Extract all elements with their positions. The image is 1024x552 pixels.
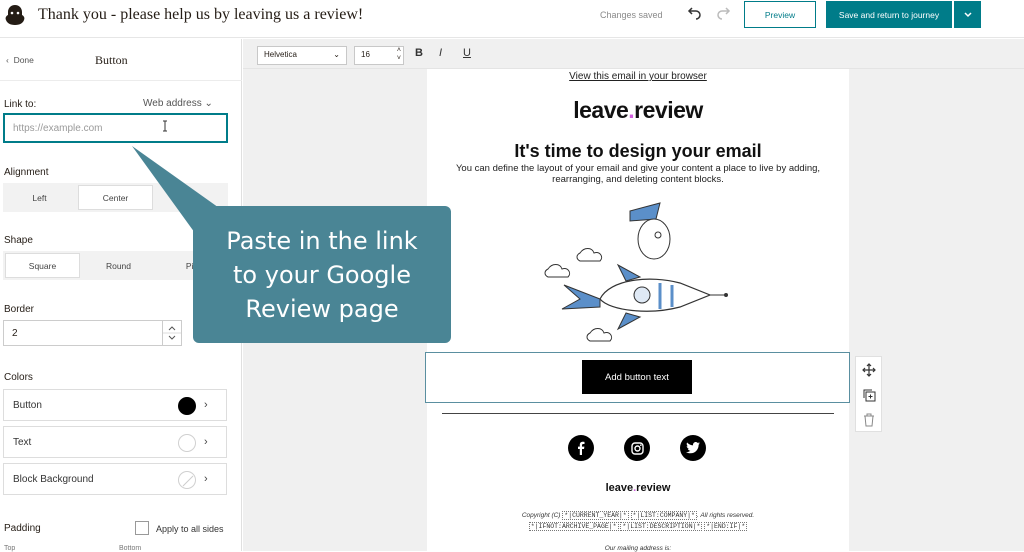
- rocket-illustration: [544, 202, 728, 342]
- redo-icon[interactable]: [716, 5, 732, 21]
- panel-title: Button: [95, 53, 128, 67]
- instruction-callout: Paste in the link to your Google Review …: [193, 206, 451, 343]
- campaign-title: Thank you - please help us by leaving us…: [38, 6, 364, 23]
- email-headline: It's time to design your email: [514, 141, 762, 161]
- chevron-right-icon: ›: [204, 473, 208, 485]
- colors-label: Colors: [4, 372, 33, 383]
- bold-button[interactable]: B: [415, 47, 423, 59]
- apply-all-sides-checkbox[interactable]: [135, 521, 149, 535]
- italic-button[interactable]: I: [439, 47, 442, 59]
- alignment-label: Alignment: [4, 167, 49, 178]
- done-label: Done: [13, 55, 34, 65]
- url-input[interactable]: [3, 113, 228, 143]
- button-color-label: Button: [13, 400, 42, 411]
- instagram-icon[interactable]: [624, 435, 650, 461]
- block-background-label: Block Background: [13, 474, 94, 485]
- padding-sub-labels: Top Bottom: [0, 545, 242, 552]
- twitter-icon[interactable]: [680, 435, 706, 461]
- done-button[interactable]: ‹ Done: [6, 55, 34, 65]
- divider-line: [442, 413, 834, 414]
- border-stepper[interactable]: [162, 320, 182, 346]
- border-width-input[interactable]: 2: [3, 320, 163, 346]
- preview-button[interactable]: Preview: [744, 1, 816, 28]
- trash-icon[interactable]: [856, 407, 881, 432]
- align-left-option[interactable]: Left: [3, 183, 76, 212]
- save-options-button[interactable]: [954, 1, 981, 28]
- font-size-select[interactable]: 16 ˄ ˅: [354, 46, 404, 65]
- chevron-right-icon: ›: [204, 436, 208, 448]
- top-bar: Thank you - please help us by leaving us…: [0, 0, 1024, 38]
- border-label: Border: [4, 304, 35, 315]
- chevron-down-icon: [963, 11, 972, 17]
- duplicate-icon[interactable]: [856, 382, 881, 407]
- text-color-row[interactable]: Text ›: [3, 426, 227, 458]
- shape-square-option[interactable]: Square: [5, 253, 80, 278]
- apply-all-sides-label: Apply to all sides: [156, 524, 224, 534]
- undo-icon[interactable]: [686, 5, 702, 21]
- email-subtext: You can define the layout of your email …: [455, 163, 821, 185]
- shape-round-option[interactable]: Round: [82, 251, 155, 280]
- link-type-dropdown[interactable]: Web address ⌄: [143, 98, 213, 109]
- button-content-block[interactable]: Add button text: [425, 352, 850, 403]
- block-tools: [855, 356, 882, 432]
- move-icon[interactable]: [856, 357, 881, 382]
- font-family-value: Helvetica: [264, 50, 297, 59]
- view-in-browser-link[interactable]: View this email in your browser: [427, 71, 849, 82]
- no-color-swatch: [178, 471, 196, 489]
- callout-text: Paste in the link to your Google Review …: [226, 227, 418, 323]
- shape-label: Shape: [4, 235, 33, 246]
- save-status: Changes saved: [600, 10, 663, 20]
- save-and-return-button[interactable]: Save and return to journey: [826, 1, 952, 28]
- font-size-value: 16: [361, 50, 370, 59]
- footer-brand-logo: leave.review: [605, 482, 671, 494]
- mailchimp-logo-icon[interactable]: [4, 3, 26, 29]
- copyright-text: Copyright (C) *|CURRENT_YEAR|* *|LIST:CO…: [521, 511, 755, 531]
- font-family-select[interactable]: Helvetica ⌄: [257, 46, 347, 65]
- padding-label: Padding: [4, 523, 41, 534]
- text-color-label: Text: [13, 437, 32, 448]
- stepper-arrows-icon: [163, 326, 181, 340]
- block-background-color-row[interactable]: Block Background ›: [3, 463, 227, 495]
- underline-button[interactable]: U: [463, 47, 471, 59]
- facebook-icon[interactable]: [568, 435, 594, 461]
- button-color-swatch: [178, 397, 196, 415]
- link-type-value: Web address: [143, 98, 202, 109]
- button-color-row[interactable]: Button ›: [3, 389, 227, 421]
- chevron-right-icon: ›: [204, 399, 208, 411]
- brand-logo: leave.review: [573, 97, 703, 123]
- panel-header: ‹ Done Button: [0, 39, 242, 81]
- text-color-swatch: [178, 434, 196, 452]
- email-preview: View this email in your browser leave.re…: [425, 69, 850, 552]
- text-cursor-icon: [163, 120, 167, 132]
- email-cta-button[interactable]: Add button text: [582, 360, 692, 394]
- text-format-toolbar: Helvetica ⌄ 16 ˄ ˅ B I U: [243, 39, 1024, 69]
- align-center-option[interactable]: Center: [78, 185, 153, 210]
- link-to-label: Link to:: [4, 99, 37, 110]
